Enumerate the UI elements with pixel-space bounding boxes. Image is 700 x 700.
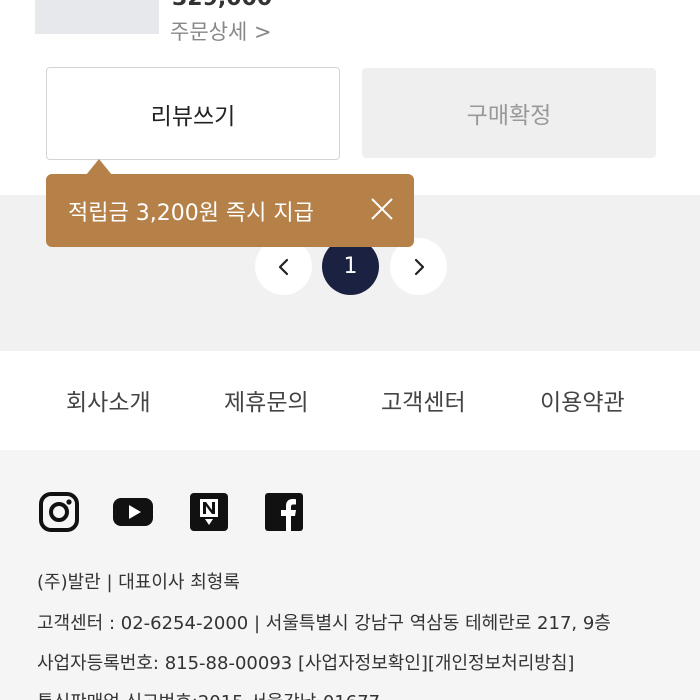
reward-tooltip: 적립금 3,200원 즉시 지급 [46,174,414,247]
facebook-icon[interactable] [264,492,304,532]
naver-blog-icon[interactable] [189,492,229,532]
confirm-purchase-label: 구매확정 [466,103,552,129]
write-review-label: 리뷰쓰기 [150,103,236,130]
footer-link-about[interactable]: 회사소개 [66,383,151,417]
youtube-icon[interactable] [113,492,153,532]
company-info-line: (주)발란 | 대표이사 최형록 [37,572,240,593]
chevron-right-icon [414,258,424,275]
mail-order-registration-info: 통신판매업 신고번호:2015-서울강남-01677 [37,688,380,700]
reward-tooltip-text: 적립금 3,200원 즉시 지급 [68,200,314,226]
business-registration-info: 사업자등록번호: 815-88-00093 [사업자정보확인][개인정보처리방침… [37,653,575,674]
page-number-label: 1 [343,254,358,279]
footer-link-partnership[interactable]: 제휴문의 [224,383,309,417]
footer-nav: 회사소개 제휴문의 고객센터 이용약관 [0,351,700,450]
customer-center-info: 고객센터 : 02-6254-2000 | 서울특별시 강남구 역삼동 테헤란로… [37,613,611,634]
footer-info: (주)발란 | 대표이사 최형록 고객센터 : 02-6254-2000 | 서… [0,450,700,700]
order-detail-link[interactable]: 주문상세 > [170,16,272,46]
instagram-icon[interactable] [39,492,79,532]
close-icon[interactable] [368,195,396,223]
product-thumbnail[interactable] [35,0,159,34]
confirm-purchase-button[interactable]: 구매확정 [362,68,656,158]
chevron-left-icon [278,258,288,275]
order-price: 329,000 [172,0,272,11]
footer-link-terms[interactable]: 이용약관 [540,383,625,417]
write-review-button[interactable]: 리뷰쓰기 [46,67,340,160]
footer-link-customer-center[interactable]: 고객센터 [381,383,466,417]
tooltip-arrow [86,159,112,175]
